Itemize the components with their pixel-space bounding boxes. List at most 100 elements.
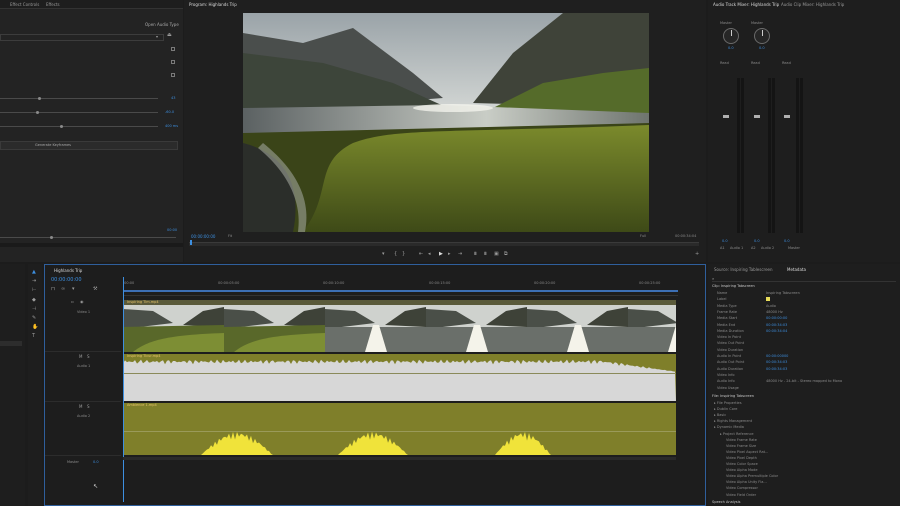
extract-icon[interactable]: ⩩ (484, 252, 487, 257)
metadata-value[interactable]: 00:00:00000 (766, 354, 788, 358)
linked-selection-icon[interactable]: ∞ (61, 287, 65, 292)
metadata-tree-item[interactable]: ▸ Project Reference (720, 432, 754, 436)
label-color-swatch[interactable] (766, 297, 770, 302)
metadata-value[interactable]: 48000 Hz - 24-bit - Stereo mapped to Mon… (766, 379, 842, 383)
metadata-tree-item[interactable]: Video Pixel Aspect Rat... (726, 450, 768, 454)
metadata-search[interactable]: ⌕ (712, 276, 896, 282)
go-to-in-icon[interactable]: ⇤ (419, 252, 423, 257)
metadata-row[interactable]: Audio Info 48000 Hz - 24-bit - Stereo map… (717, 379, 897, 385)
tab-source[interactable]: Source: Inspiring Tablescreen (714, 267, 773, 272)
pan-knob-1[interactable] (723, 28, 739, 44)
value-2[interactable]: -60.0 (165, 110, 174, 114)
slider-1[interactable] (0, 97, 158, 100)
checkbox-3[interactable] (171, 73, 175, 77)
metadata-row[interactable]: Video In Point (717, 335, 897, 341)
timeline-ruler[interactable]: :00:00 00:00:05:00 00:00:10:00 00:00:15:… (123, 277, 678, 296)
lift-icon[interactable]: ⩩ (474, 252, 477, 257)
fit-dropdown[interactable]: Fit (228, 234, 232, 238)
metadata-row[interactable]: Video Duration (717, 348, 897, 354)
metadata-value[interactable]: 48000 Hz (766, 310, 783, 314)
program-title[interactable]: Program: Highlands Trip (189, 2, 237, 7)
clip-header[interactable]: Clip: Inspiring Tabscreen (712, 284, 755, 288)
ripple-edit-icon[interactable]: ⊢ (32, 288, 36, 293)
metadata-row[interactable]: Video Info (717, 373, 897, 379)
program-scrubber[interactable] (189, 242, 699, 246)
program-timecode[interactable]: 00:00:00:00 (191, 234, 215, 239)
metadata-tree-item[interactable]: Video Frame Size (726, 444, 756, 448)
project-selected-row[interactable] (0, 341, 22, 346)
metadata-tree-item[interactable]: Video Color Space (726, 462, 758, 466)
metadata-row[interactable]: Video Out Point (717, 341, 897, 347)
metadata-tree-item[interactable]: ▸ File Properties (714, 401, 742, 405)
level-2[interactable]: 0.0 (754, 239, 760, 243)
effect-dropdown[interactable] (0, 34, 164, 41)
slider-3[interactable] (0, 125, 158, 128)
selection-tool-icon[interactable]: ▲ (32, 270, 36, 275)
audio-2-clip[interactable]: Ambience 1.mp4 (123, 403, 676, 455)
add-marker-icon[interactable]: ▾ (72, 287, 75, 292)
metadata-value[interactable]: 00:00:34:03 (766, 323, 787, 327)
effect-zoom-knob[interactable] (50, 236, 53, 239)
audio-2-solo-icon[interactable]: S (87, 404, 90, 409)
routing-1[interactable]: Master (720, 21, 732, 25)
open-audio-type-button[interactable]: Open Audio Type (145, 22, 179, 27)
metadata-tree-item[interactable]: ▸ Rights Management (714, 419, 752, 423)
play-icon[interactable]: ▶ (439, 252, 443, 257)
timeline-timecode[interactable]: 00:00:00:00 (51, 277, 82, 283)
metadata-row[interactable]: Media Duration 00:00:34:04 (717, 329, 897, 335)
tab-effect-controls[interactable]: Effect Controls (10, 2, 39, 7)
metadata-value[interactable]: Inspiring Tabscreen (766, 291, 800, 295)
hand-tool-icon[interactable]: ✋ (32, 325, 38, 330)
tab-audio-clip-mixer[interactable]: Audio Clip Mixer: Highlands Trip (781, 2, 844, 7)
checkbox-2[interactable] (171, 60, 175, 64)
speech-analysis-header[interactable]: Speech Analysis (712, 500, 740, 504)
metadata-tree-item[interactable]: Video Alpha Mode (726, 468, 758, 472)
audio-1-volume-line[interactable] (123, 373, 676, 374)
video-clip[interactable]: Inspiring Tim.mp4 (123, 300, 676, 352)
mark-in-icon[interactable]: ▾ (382, 252, 385, 257)
metadata-tree-item[interactable]: ▸ Dynamic Media (714, 425, 744, 429)
comparison-icon[interactable]: ⧉ (504, 252, 508, 257)
metadata-value[interactable]: Audio (766, 304, 776, 308)
checkbox-1[interactable] (171, 47, 175, 51)
metadata-tree-item[interactable]: Video Compressor (726, 486, 758, 490)
level-1[interactable]: 0.0 (722, 239, 728, 243)
upload-icon[interactable]: ⏏ (167, 33, 172, 38)
metadata-row[interactable]: Label (717, 297, 897, 303)
metadata-value[interactable]: 00:00:34:03 (766, 360, 787, 364)
metadata-value[interactable]: 00:00:34:04 (766, 329, 787, 333)
metadata-tree-item[interactable]: ▸ Basic (714, 413, 726, 417)
routing-2[interactable]: Master (751, 21, 763, 25)
add-button-icon[interactable]: + (695, 252, 699, 257)
mark-out-icon[interactable]: { (394, 252, 397, 257)
full-dropdown[interactable]: Full (640, 234, 646, 238)
slider-2[interactable] (0, 111, 158, 114)
wrench-icon[interactable]: ⚒ (93, 287, 97, 292)
razor-tool-icon[interactable]: ◆ (32, 298, 36, 303)
audio-2-volume-line[interactable] (123, 431, 676, 432)
video-1-toggle-output-icon[interactable]: ◉ (80, 299, 84, 304)
knob-value-2[interactable]: 0.0 (759, 46, 765, 50)
metadata-row[interactable]: Media Type Audio (717, 304, 897, 310)
read-1[interactable]: Read (720, 61, 729, 65)
timeline-scrollbar[interactable] (123, 457, 676, 460)
master-track-value[interactable]: 0.0 (93, 460, 99, 464)
metadata-tree-item[interactable]: Video Alpha Unity Fla... (726, 480, 767, 484)
fader-1[interactable] (723, 115, 729, 118)
file-header[interactable]: File: Inspiring Tabscreen (712, 394, 754, 398)
audio-1-solo-icon[interactable]: S (87, 354, 90, 359)
metadata-tree-item[interactable]: ▸ Dublin Core (714, 407, 737, 411)
metadata-row[interactable]: Media End 00:00:34:03 (717, 323, 897, 329)
read-3[interactable]: Read (782, 61, 791, 65)
snap-icon[interactable]: ⊓ (51, 287, 55, 292)
metadata-value[interactable]: 00:00:00:00 (766, 316, 787, 320)
tab-effects[interactable]: Effects (46, 2, 60, 7)
slider-1-knob[interactable] (38, 97, 41, 100)
playhead-marker[interactable] (190, 240, 192, 245)
metadata-row[interactable]: Name Inspiring Tabscreen (717, 291, 897, 297)
work-area-bar[interactable] (123, 290, 678, 292)
mark-clip-icon[interactable]: } (402, 252, 405, 257)
pan-knob-2[interactable] (754, 28, 770, 44)
effect-controls-time[interactable]: 00:00 (167, 228, 177, 232)
generate-keyframes-button[interactable]: Generate Keyframes (0, 141, 178, 150)
